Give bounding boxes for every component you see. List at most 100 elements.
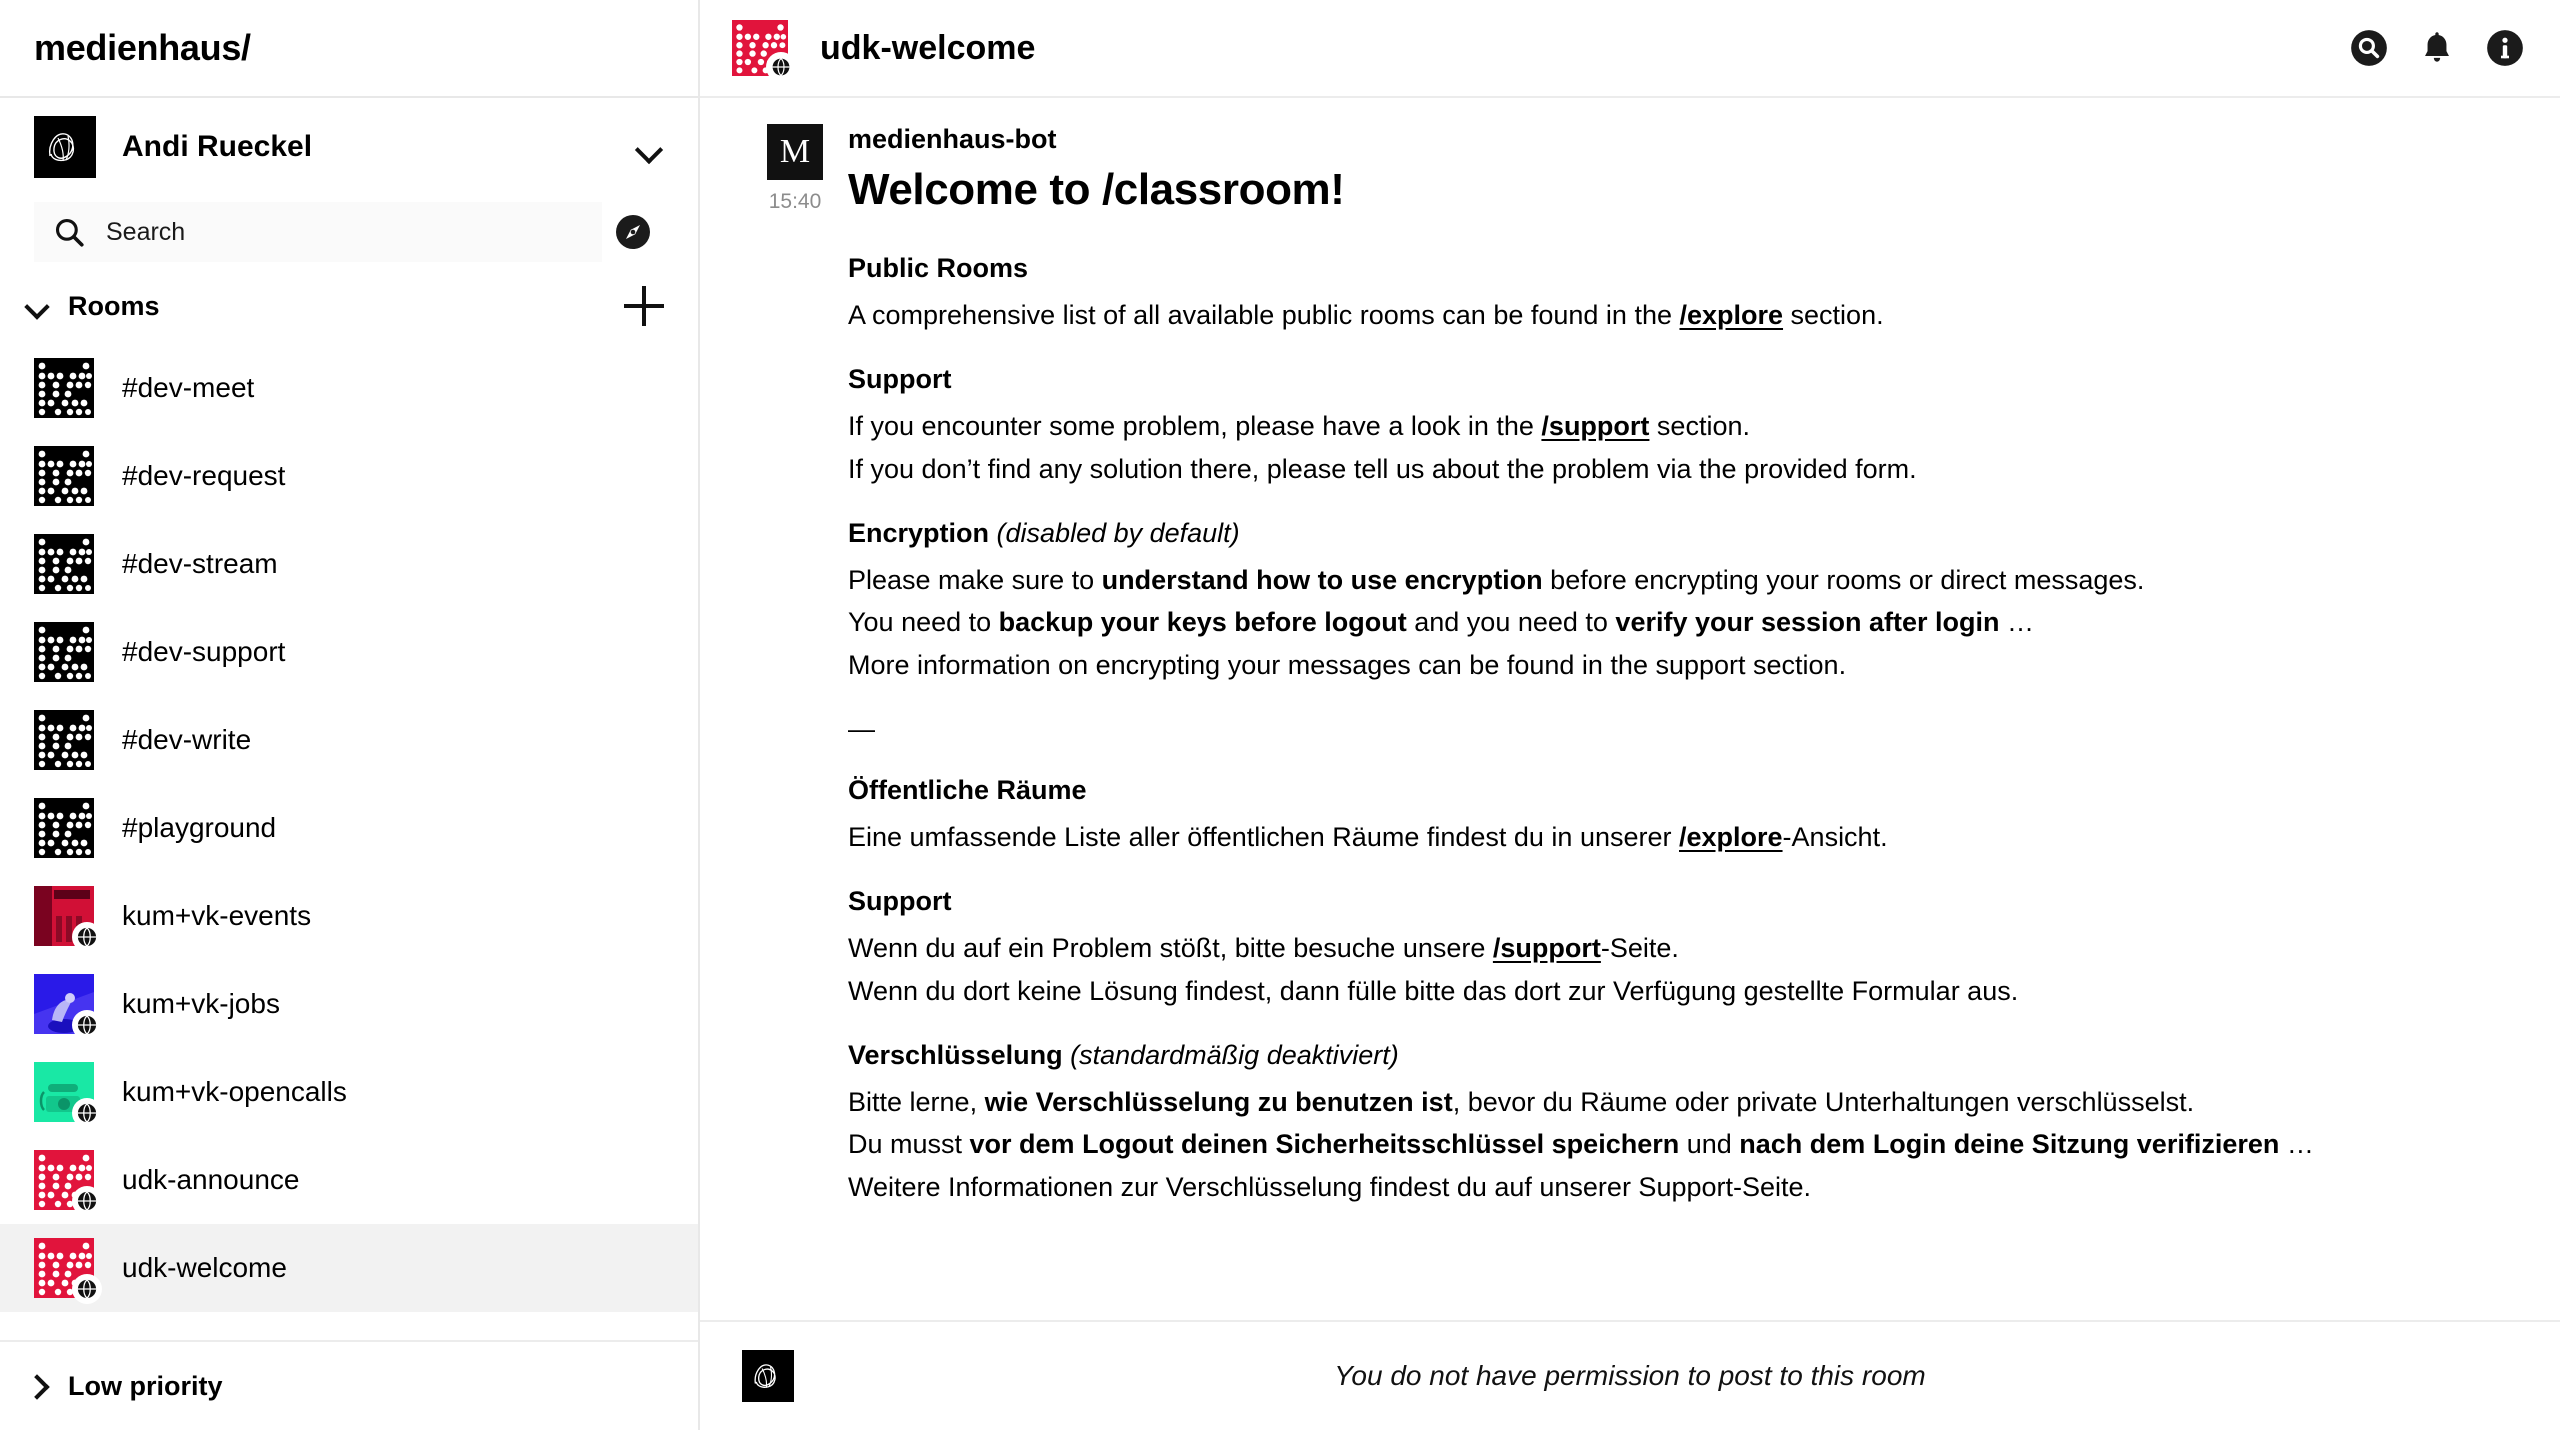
room-avatar-icon [34,710,94,770]
room-list-item-dev-write[interactable]: #dev-write [0,696,698,784]
message-section: Support Wenn du auf ein Problem stößt, b… [848,886,2498,1010]
chevron-down-icon[interactable] [24,292,52,320]
section-line: A comprehensive list of all available pu… [848,300,1884,330]
chevron-right-icon[interactable] [24,1372,52,1400]
room-list-item-dev-support[interactable]: #dev-support [0,608,698,696]
section-line: Wenn du dort keine Lösung findest, dann … [848,975,2019,1006]
matrix-client-window: medienhaus/ Andi Rueckel Search Rooms #d… [0,0,2560,1430]
room-list-item-playground[interactable]: #playground [0,784,698,872]
message-section: Öffentliche Räume Eine umfassende Liste … [848,775,2498,856]
section-heading: Encryption (disabled by default) [848,517,1240,548]
message-section: Verschlüsselung (standardmäßig deaktivie… [848,1040,2498,1206]
rooms-section-header[interactable]: Rooms [0,268,698,344]
section-line: Bitte lerne, wie Verschlüsselung zu benu… [848,1086,2195,1117]
section-heading: Öffentliche Räume [848,774,1087,805]
room-name: #dev-support [122,636,286,667]
message-section: Encryption (disabled by default) Please … [848,518,2498,684]
account-row[interactable]: Andi Rueckel [0,98,698,196]
room-name: udk-announce [122,1164,300,1195]
section-heading: Verschlüsselung (standardmäßig deaktivie… [848,1039,1399,1070]
room-list-item-udk-welcome[interactable]: udk-welcome [0,1224,698,1312]
room-list-item-udk-announce[interactable]: udk-announce [0,1136,698,1224]
bell-icon[interactable] [2416,27,2458,69]
section-heading: Public Rooms [848,253,1029,283]
room-avatar-icon [34,1238,102,1304]
support-link[interactable]: /support [1541,411,1649,441]
section-divider: — [848,713,875,744]
room-list-item-kum-vk-events[interactable]: kum+vk-events [0,872,698,960]
room-avatar-icon [34,798,94,858]
message-gutter: M 15:40 [742,124,848,1236]
room-avatar-photo [34,1062,102,1128]
room-list-item-kum-vk-jobs[interactable]: kum+vk-jobs [0,960,698,1048]
avatar: M [767,124,823,180]
add-room-button[interactable] [624,286,664,326]
room-name: #dev-stream [122,548,278,579]
section-line: Du musst vor dem Logout deinen Sicherhei… [848,1129,2314,1160]
account-name: Andi Rueckel [122,130,313,163]
message: M 15:40 medienhaus-bot Welcome to /class… [700,124,2560,1236]
room-name: #dev-request [122,460,286,491]
message-title: Welcome to /classroom! [848,165,1345,214]
public-room-globe-icon [72,1098,102,1128]
public-room-globe-icon [72,922,102,952]
section-heading: Support [848,886,952,917]
search-icon[interactable] [2348,27,2390,69]
compass-icon [616,215,650,249]
room-header-avatar-icon [732,20,796,82]
brand-title: medienhaus/ [34,27,251,68]
room-avatar-icon [34,446,94,506]
message-body: medienhaus-bot Welcome to /classroom! Pu… [848,124,2518,1236]
chevron-down-icon[interactable] [634,132,664,162]
signature-avatar [34,116,96,178]
info-icon[interactable] [2484,27,2526,69]
search-icon [55,218,84,247]
room-avatar-icon [34,358,94,418]
section-note: (disabled by default) [996,517,1240,548]
section-heading: Support [848,364,952,395]
room-list[interactable]: #dev-meet #dev-request #dev-stream #dev-… [0,344,698,1340]
message-section: Support If you encounter some problem, p… [848,364,2498,488]
low-priority-label: Low priority [68,1370,223,1401]
search-row: Search [0,196,698,268]
room-avatar-icon [34,1150,102,1216]
room-list-item-dev-request[interactable]: #dev-request [0,432,698,520]
section-line: Eine umfassende Liste aller öffentlichen… [848,821,1888,852]
room-list-item-dev-meet[interactable]: #dev-meet [0,344,698,432]
section-line: Wenn du auf ein Problem stößt, bitte bes… [848,933,1679,964]
sidebar: medienhaus/ Andi Rueckel Search Rooms #d… [0,0,700,1430]
room-name: kum+vk-jobs [122,988,280,1019]
public-room-globe-icon [766,52,796,82]
section-line: Weitere Informationen zur Verschlüsselun… [848,1171,1812,1202]
support-link[interactable]: /support [1493,933,1601,963]
explore-button[interactable] [602,201,664,263]
message-section: Public Rooms A comprehensive list of all… [848,253,2498,334]
public-room-globe-icon [72,1186,102,1216]
room-avatar-icon [34,622,94,682]
section-line: If you don’t find any solution there, pl… [848,453,1917,484]
section-note: (standardmäßig deaktiviert) [1070,1039,1399,1070]
search-placeholder: Search [106,217,186,246]
section-line: More information on encrypting your mess… [848,649,1847,680]
low-priority-section-header[interactable]: Low priority [0,1340,698,1430]
message-sender-name: medienhaus-bot [848,124,1057,154]
room-list-item-kum-vk-opencalls[interactable]: kum+vk-opencalls [0,1048,698,1136]
room-name: #playground [122,812,277,843]
message-timeline[interactable]: M 15:40 medienhaus-bot Welcome to /class… [700,98,2560,1322]
explore-link[interactable]: /explore [1679,300,1783,330]
main-panel: udk-welcome M 15:40 medienhaus-bot Welco… [700,0,2560,1430]
room-avatar-photo [34,974,102,1040]
room-name: udk-welcome [122,1252,287,1283]
room-name: kum+vk-opencalls [122,1076,347,1107]
message-timestamp: 15:40 [768,190,822,213]
permission-notice: You do not have permission to post to th… [1334,1360,1926,1391]
explore-link[interactable]: /explore [1679,822,1783,852]
room-avatar-icon [34,534,94,594]
page-title: udk-welcome [820,28,1036,67]
room-header: udk-welcome [700,0,2560,98]
rooms-section-label: Rooms [68,290,160,321]
brand-bar: medienhaus/ [0,0,698,98]
search-input[interactable]: Search [34,202,602,262]
section-line: If you encounter some problem, please ha… [848,411,1750,442]
room-list-item-dev-stream[interactable]: #dev-stream [0,520,698,608]
